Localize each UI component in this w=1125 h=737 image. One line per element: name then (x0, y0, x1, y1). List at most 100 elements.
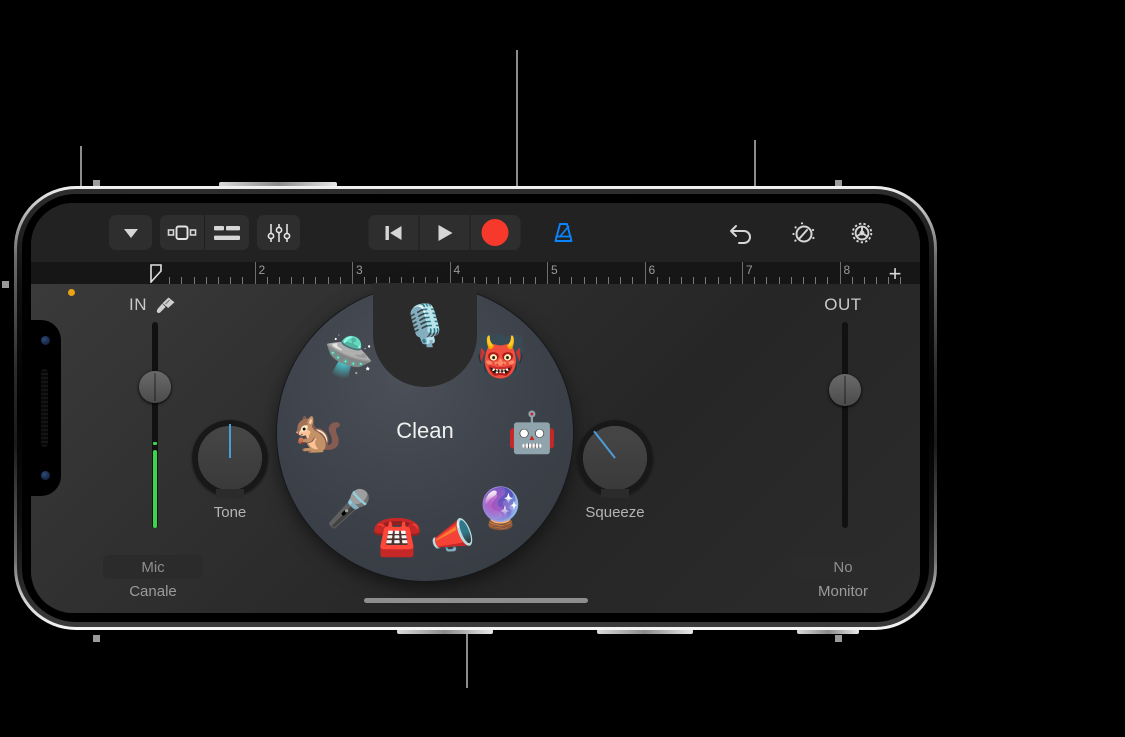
gear-icon (851, 222, 873, 243)
input-source-chip[interactable]: Mic (103, 555, 203, 579)
tone-knob[interactable] (192, 420, 268, 498)
ruler-tick-minor (315, 277, 317, 284)
instrument-plug-icon (156, 297, 175, 314)
ruler-tick-major (547, 262, 548, 284)
ruler-tick-major (254, 262, 256, 284)
ruler-bar-number: 8 (843, 263, 851, 277)
timeline-ruler[interactable]: 2 3 4 5 6 7 8 + (31, 262, 920, 285)
fx-button[interactable] (782, 215, 822, 251)
settings-button[interactable] (842, 215, 882, 251)
ruler-tick-minor (181, 277, 183, 284)
effect-dreamy[interactable]: 🎤 (321, 481, 377, 537)
play-icon (438, 224, 452, 241)
device-screen: 2345678 + IN Mic Canale Tone Clean 🎙️ 👹 … (31, 203, 920, 613)
ruler-tick-major (644, 262, 646, 284)
ruler-tick-minor (364, 277, 366, 284)
earpiece-speaker-icon (41, 369, 48, 447)
ruler-tick-minor (291, 277, 293, 284)
ruler-tick-minor (230, 277, 232, 284)
effect-megaphone[interactable]: 📣 (425, 508, 481, 564)
output-level-slider-knob[interactable] (829, 374, 861, 406)
tone-knob-indicator (229, 424, 231, 458)
playhead-icon[interactable] (150, 264, 164, 283)
effect-wheel[interactable]: Clean 🎙️ 👹 🤖 🔮 📣 ☎️ 🎤 🐿️ 🛸 (277, 283, 573, 581)
ruler-tick-minor (559, 277, 561, 284)
squeeze-knob-wrap: Squeeze (577, 420, 653, 521)
ruler-tick-major (742, 262, 743, 284)
undo-button[interactable] (722, 215, 762, 251)
instrument-view-icon (167, 225, 197, 240)
garageband-app: 2345678 + IN Mic Canale Tone Clean 🎙️ 👹 … (31, 203, 920, 613)
callout-anchor-bottom-right (835, 635, 842, 642)
ruler-tick-minor (863, 277, 865, 284)
ruler-tick-minor (827, 277, 829, 284)
ruler-tick-minor (571, 277, 573, 284)
faceid-sensor-icon (41, 471, 50, 480)
ruler-tick-minor (217, 277, 219, 284)
track-status-dot (68, 289, 75, 296)
ruler-tick-minor (169, 277, 171, 284)
ruler-tick-major (449, 262, 451, 284)
ruler-tick-minor (668, 277, 670, 284)
ruler-tick-minor (266, 277, 268, 284)
metronome-icon (554, 222, 572, 242)
knob-fx-icon (792, 221, 815, 242)
effect-robot[interactable]: 🤖 (504, 405, 560, 461)
undo-icon (730, 224, 751, 244)
audio-recorder-workspace: IN Mic Canale Tone Clean 🎙️ 👹 🤖 🔮 📣 ☎️ 🎤… (31, 283, 920, 613)
ruler-tick-minor (339, 277, 341, 284)
home-indicator[interactable] (363, 598, 588, 603)
ruler-tick-minor (766, 277, 768, 284)
squeeze-knob[interactable] (577, 420, 653, 498)
play-button[interactable] (419, 215, 469, 250)
tracks-view-button[interactable] (205, 215, 249, 250)
ruler-tick-minor (486, 277, 488, 284)
view-toggle-button[interactable] (160, 215, 204, 250)
ruler-tick-minor (778, 277, 780, 284)
tone-knob-gap (216, 489, 244, 498)
front-camera-icon (41, 336, 50, 345)
ruler-bar-number: 4 (453, 263, 461, 277)
ruler-tick-minor (303, 277, 305, 284)
effect-telephone[interactable]: ☎️ (369, 508, 425, 564)
ruler-tick-major (352, 262, 353, 284)
tone-knob-wrap: Tone (192, 420, 268, 521)
ruler-tick-minor (498, 277, 500, 284)
ruler-tick-major (839, 262, 841, 284)
device-notch (31, 320, 61, 496)
rewind-button[interactable] (368, 215, 418, 250)
monitor-chip[interactable]: No (793, 555, 893, 579)
input-label: IN (129, 295, 147, 314)
ruler-tick-minor (656, 277, 658, 284)
ruler-tick-minor (327, 277, 329, 284)
input-level-slider-knob[interactable] (139, 371, 171, 403)
ruler-tick-minor (632, 277, 634, 284)
output-level-slider-track[interactable] (842, 322, 848, 528)
mixer-button[interactable] (257, 215, 300, 250)
ruler-tick-minor (620, 277, 622, 284)
effect-monster[interactable]: 👹 (473, 329, 529, 385)
add-track-button[interactable]: + (884, 263, 906, 285)
effect-clean[interactable]: 🎙️ (397, 298, 453, 354)
tone-knob-label: Tone (213, 504, 247, 521)
ruler-tick-minor (790, 277, 792, 284)
navigation-button[interactable] (109, 215, 152, 250)
effect-helium[interactable]: 🔮 (473, 481, 529, 537)
view-toggle-group (160, 215, 249, 250)
input-level-meter (153, 450, 157, 528)
ruler-bar-number: 5 (551, 263, 558, 277)
transport-controls (368, 215, 520, 250)
metronome-button[interactable] (543, 215, 583, 251)
ruler-tick-minor (754, 277, 756, 284)
effect-alien[interactable]: 🛸 (321, 329, 377, 385)
ruler-bar-number: 3 (356, 263, 363, 277)
ruler-tick-minor (851, 277, 853, 284)
input-caption: Canale (129, 583, 177, 600)
ruler-tick-minor (717, 277, 719, 284)
ruler-tick-minor (802, 277, 804, 284)
ruler-bar-number: 6 (648, 263, 656, 277)
record-button[interactable] (470, 215, 520, 250)
record-icon (481, 219, 509, 246)
ruler-bar-number: 7 (746, 263, 753, 277)
effect-chipmunk[interactable]: 🐿️ (290, 405, 346, 461)
